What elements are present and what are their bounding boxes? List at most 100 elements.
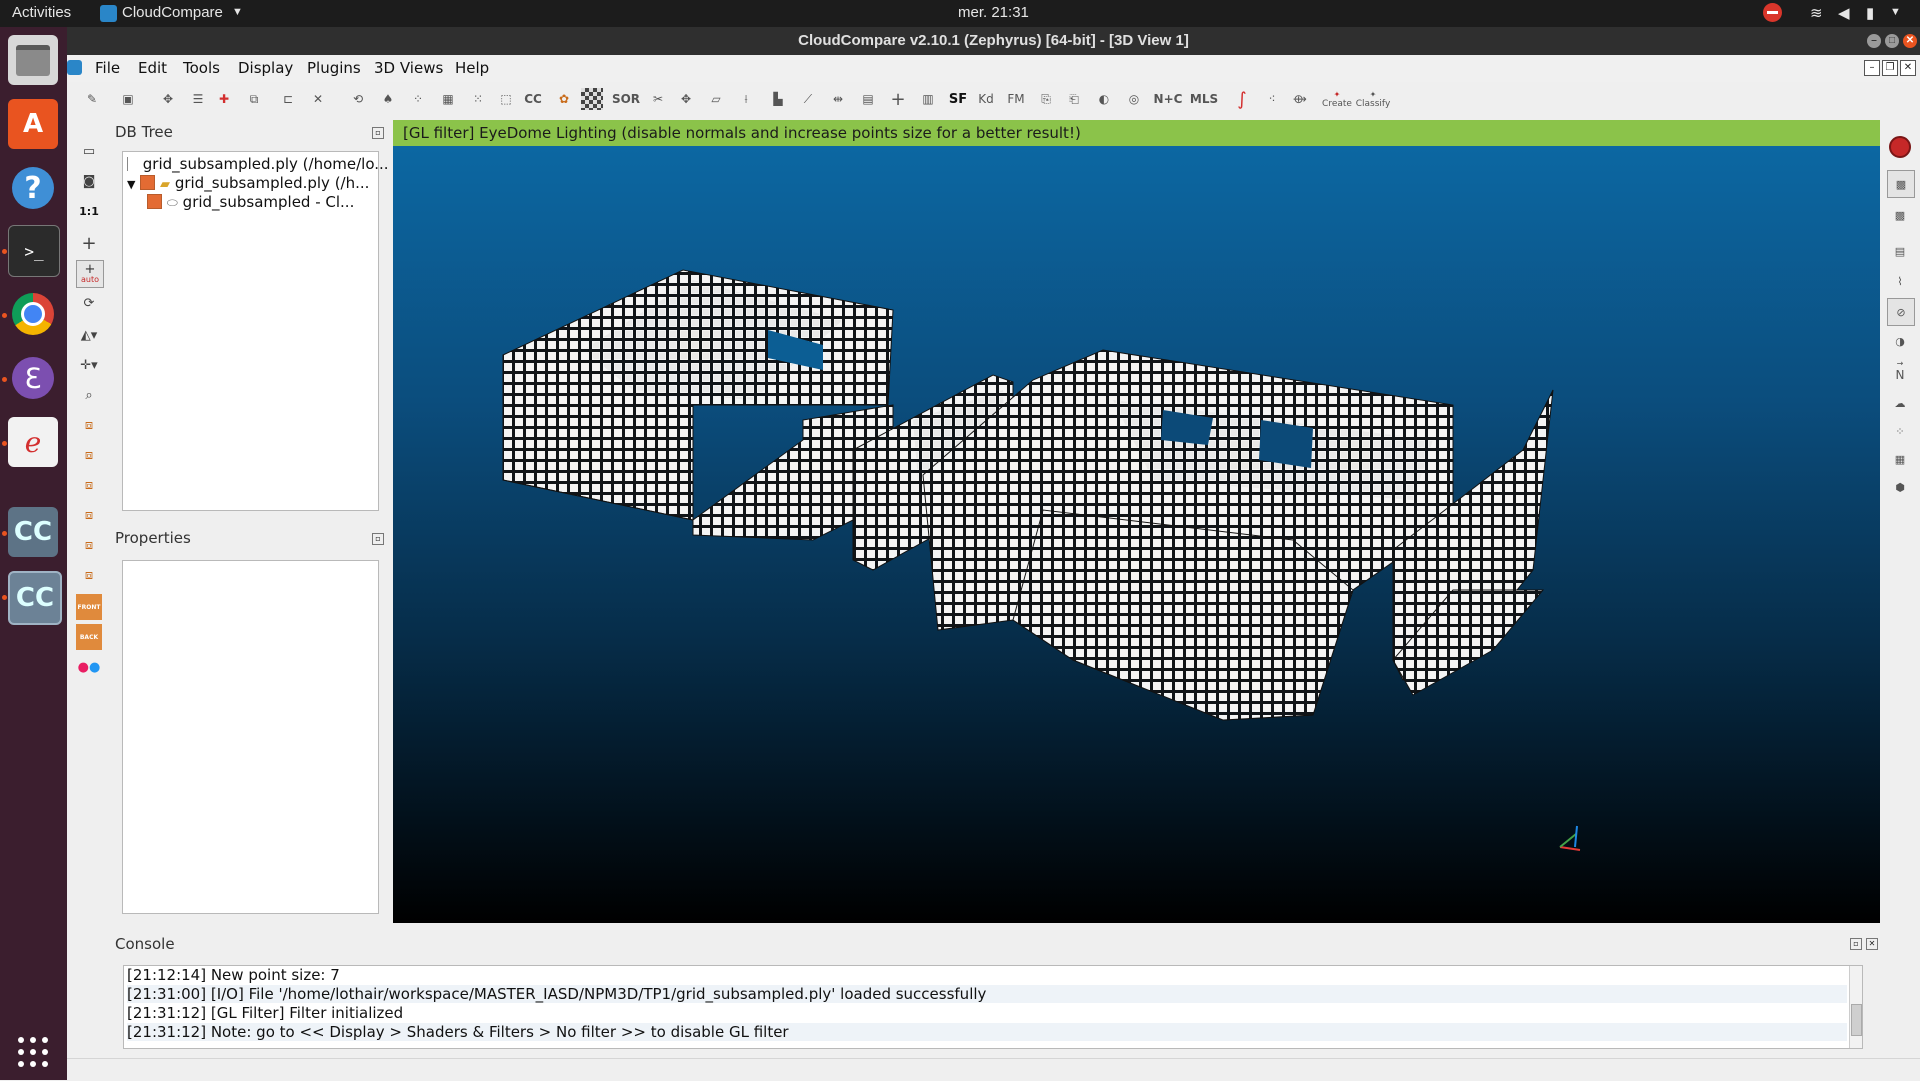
app-menu-chevron-icon[interactable]: ▼	[232, 6, 243, 18]
menu-3d-views[interactable]: 3D Views	[374, 59, 443, 77]
histogram-icon[interactable]: ▙	[767, 88, 789, 110]
zoom-icon[interactable]: ⌕	[76, 382, 102, 408]
ssao-filter-button[interactable]: ▩	[1887, 202, 1913, 228]
animation-icon[interactable]: ▤	[1887, 238, 1913, 264]
translate-icon[interactable]: ✥	[675, 88, 697, 110]
fast-marching-button[interactable]: FM	[1005, 88, 1027, 110]
m3c2-icon[interactable]: ⁘	[1887, 418, 1913, 444]
menu-help[interactable]: Help	[455, 59, 489, 77]
close-button[interactable]: ✕	[1903, 34, 1917, 48]
camera-settings-icon[interactable]: ◙	[76, 168, 102, 194]
wifi-icon[interactable]: ≋	[1810, 4, 1823, 22]
files-icon[interactable]	[8, 35, 58, 85]
wireframe-sphere-icon[interactable]: ◎	[1123, 88, 1145, 110]
normals-compute-button[interactable]: N+C	[1153, 88, 1183, 110]
add-point-icon[interactable]: ✚	[213, 88, 235, 110]
merge-icon[interactable]: ⧉	[243, 88, 265, 110]
battery-icon[interactable]: ▮	[1866, 4, 1874, 22]
sample-points-icon[interactable]: ⁘	[407, 88, 429, 110]
export-icon[interactable]: ⎘	[1035, 88, 1057, 110]
noise-icon[interactable]: ⁙	[467, 88, 489, 110]
kd-tree-button[interactable]: Kd	[975, 88, 997, 110]
mls-button[interactable]: MLS	[1189, 88, 1219, 110]
console-scrollbar[interactable]	[1849, 966, 1862, 1048]
scalar-field-button[interactable]: SF	[947, 88, 969, 110]
disable-icon[interactable]	[1887, 134, 1913, 160]
calculator-icon[interactable]: ▥	[917, 88, 939, 110]
mdi-minimize-button[interactable]: –	[1864, 60, 1880, 76]
ransac-icon[interactable]: ∫	[1231, 88, 1253, 110]
rotate-icon[interactable]: ⟳	[76, 290, 102, 316]
right-view-icon[interactable]: ⧈	[76, 502, 102, 528]
hexagon-icon[interactable]: ⬢	[1887, 474, 1913, 500]
console-float-button[interactable]: ▫	[1850, 938, 1862, 950]
cut-icon[interactable]: ✂	[647, 88, 669, 110]
sphere-icon[interactable]: ◐	[1093, 88, 1115, 110]
statistics-icon[interactable]: ✿	[553, 88, 575, 110]
sor-filter-button[interactable]: SOR	[611, 88, 641, 110]
terminal-icon[interactable]: >_	[8, 225, 60, 277]
auto-pivot-button[interactable]: + auto	[76, 260, 104, 288]
menu-tools[interactable]: Tools	[183, 59, 220, 77]
mesh-icon[interactable]: ▦	[437, 88, 459, 110]
system-menu-chevron-icon[interactable]: ▼	[1890, 6, 1901, 18]
scissors-cloud-icon[interactable]: ⬚	[495, 88, 517, 110]
visibility-checkbox[interactable]	[147, 194, 162, 209]
activities-button[interactable]: Activities	[12, 4, 71, 21]
max-distance-icon[interactable]: ⇹	[827, 88, 849, 110]
document-viewer-icon[interactable]: ℯ	[8, 417, 58, 467]
console-panel[interactable]: [21:12:14] New point size: 7 [21:31:00] …	[123, 965, 1863, 1049]
console-close-button[interactable]: ✕	[1866, 938, 1878, 950]
properties-float-button[interactable]: ▫	[372, 533, 384, 545]
north-arrow-button[interactable]: → N	[1887, 358, 1913, 384]
maximize-button[interactable]: □	[1885, 34, 1899, 48]
edl-filter-button[interactable]: ▩	[1887, 170, 1915, 198]
ransac-shapes-icon[interactable]: ▦	[1887, 446, 1913, 472]
app-menu-label[interactable]: CloudCompare	[122, 4, 223, 21]
grid-icon[interactable]: ▤	[857, 88, 879, 110]
mdi-restore-button[interactable]: ❐	[1882, 60, 1898, 76]
front-iso-button[interactable]: FRONT	[76, 594, 102, 620]
tree-item-cloud[interactable]: ⬭ grid_subsampled - Cl...	[147, 193, 354, 211]
mdi-close-button[interactable]: ✕	[1900, 60, 1916, 76]
hpr-icon[interactable]: ☁	[1887, 390, 1913, 416]
save-icon[interactable]: ▣	[117, 88, 139, 110]
pick-rotation-center-icon[interactable]: ✛▾	[76, 352, 102, 378]
front-view-icon[interactable]: ⧈	[76, 442, 102, 468]
menu-file[interactable]: File	[95, 59, 120, 77]
back-view-icon[interactable]: ⧈	[76, 562, 102, 588]
clock[interactable]: mer. 21:31	[958, 4, 1029, 21]
show-applications-icon[interactable]	[8, 1027, 58, 1077]
software-center-icon[interactable]: A	[8, 99, 58, 149]
top-view-icon[interactable]: ⧈	[76, 412, 102, 438]
help-icon[interactable]: ?	[8, 163, 58, 213]
subsample-icon[interactable]: ⊏	[277, 88, 299, 110]
left-view-icon[interactable]: ⧈	[76, 472, 102, 498]
connected-components-icon[interactable]: CC	[522, 88, 544, 110]
delete-icon[interactable]: ✕	[307, 88, 329, 110]
window-title-bar[interactable]: CloudCompare v2.10.1 (Zephyrus) [64-bit]…	[67, 27, 1920, 55]
compass-tool-icon[interactable]: ⊘	[1887, 298, 1915, 326]
import-icon[interactable]: ⎗	[1063, 88, 1085, 110]
plane-fit-icon[interactable]: ▱	[705, 88, 727, 110]
cloudcompare-dock-icon-active[interactable]: CC	[8, 571, 62, 625]
3d-view[interactable]: [GL filter] EyeDome Lighting (disable no…	[393, 120, 1880, 923]
expand-arrow-icon[interactable]: ▼	[127, 178, 135, 191]
canupo-create-button[interactable]: ✦ Create	[1322, 88, 1352, 110]
visibility-checkbox[interactable]	[140, 175, 156, 190]
align-icon[interactable]: ♠	[377, 88, 399, 110]
shader-icon[interactable]: ◑	[1887, 328, 1913, 354]
back-iso-button[interactable]: BACK	[76, 624, 102, 650]
curve-icon[interactable]: ⟋	[797, 88, 819, 110]
menu-plugins[interactable]: Plugins	[307, 59, 361, 77]
normal-icon[interactable]: ⟊	[735, 88, 757, 110]
clone-icon[interactable]: ✥	[157, 88, 179, 110]
checkerboard-icon[interactable]	[581, 88, 603, 110]
canupo-classify-button[interactable]: ✦ Classify	[1356, 88, 1391, 110]
menu-edit[interactable]: Edit	[138, 59, 167, 77]
register-icon[interactable]: ⟲	[347, 88, 369, 110]
tree-item-root[interactable]: grid_subsampled.ply (/home/lo...	[127, 155, 389, 173]
scatter-icon[interactable]: ⁖	[1261, 88, 1283, 110]
stereo-icon[interactable]: ● ●	[76, 654, 102, 680]
menu-display[interactable]: Display	[238, 59, 293, 77]
